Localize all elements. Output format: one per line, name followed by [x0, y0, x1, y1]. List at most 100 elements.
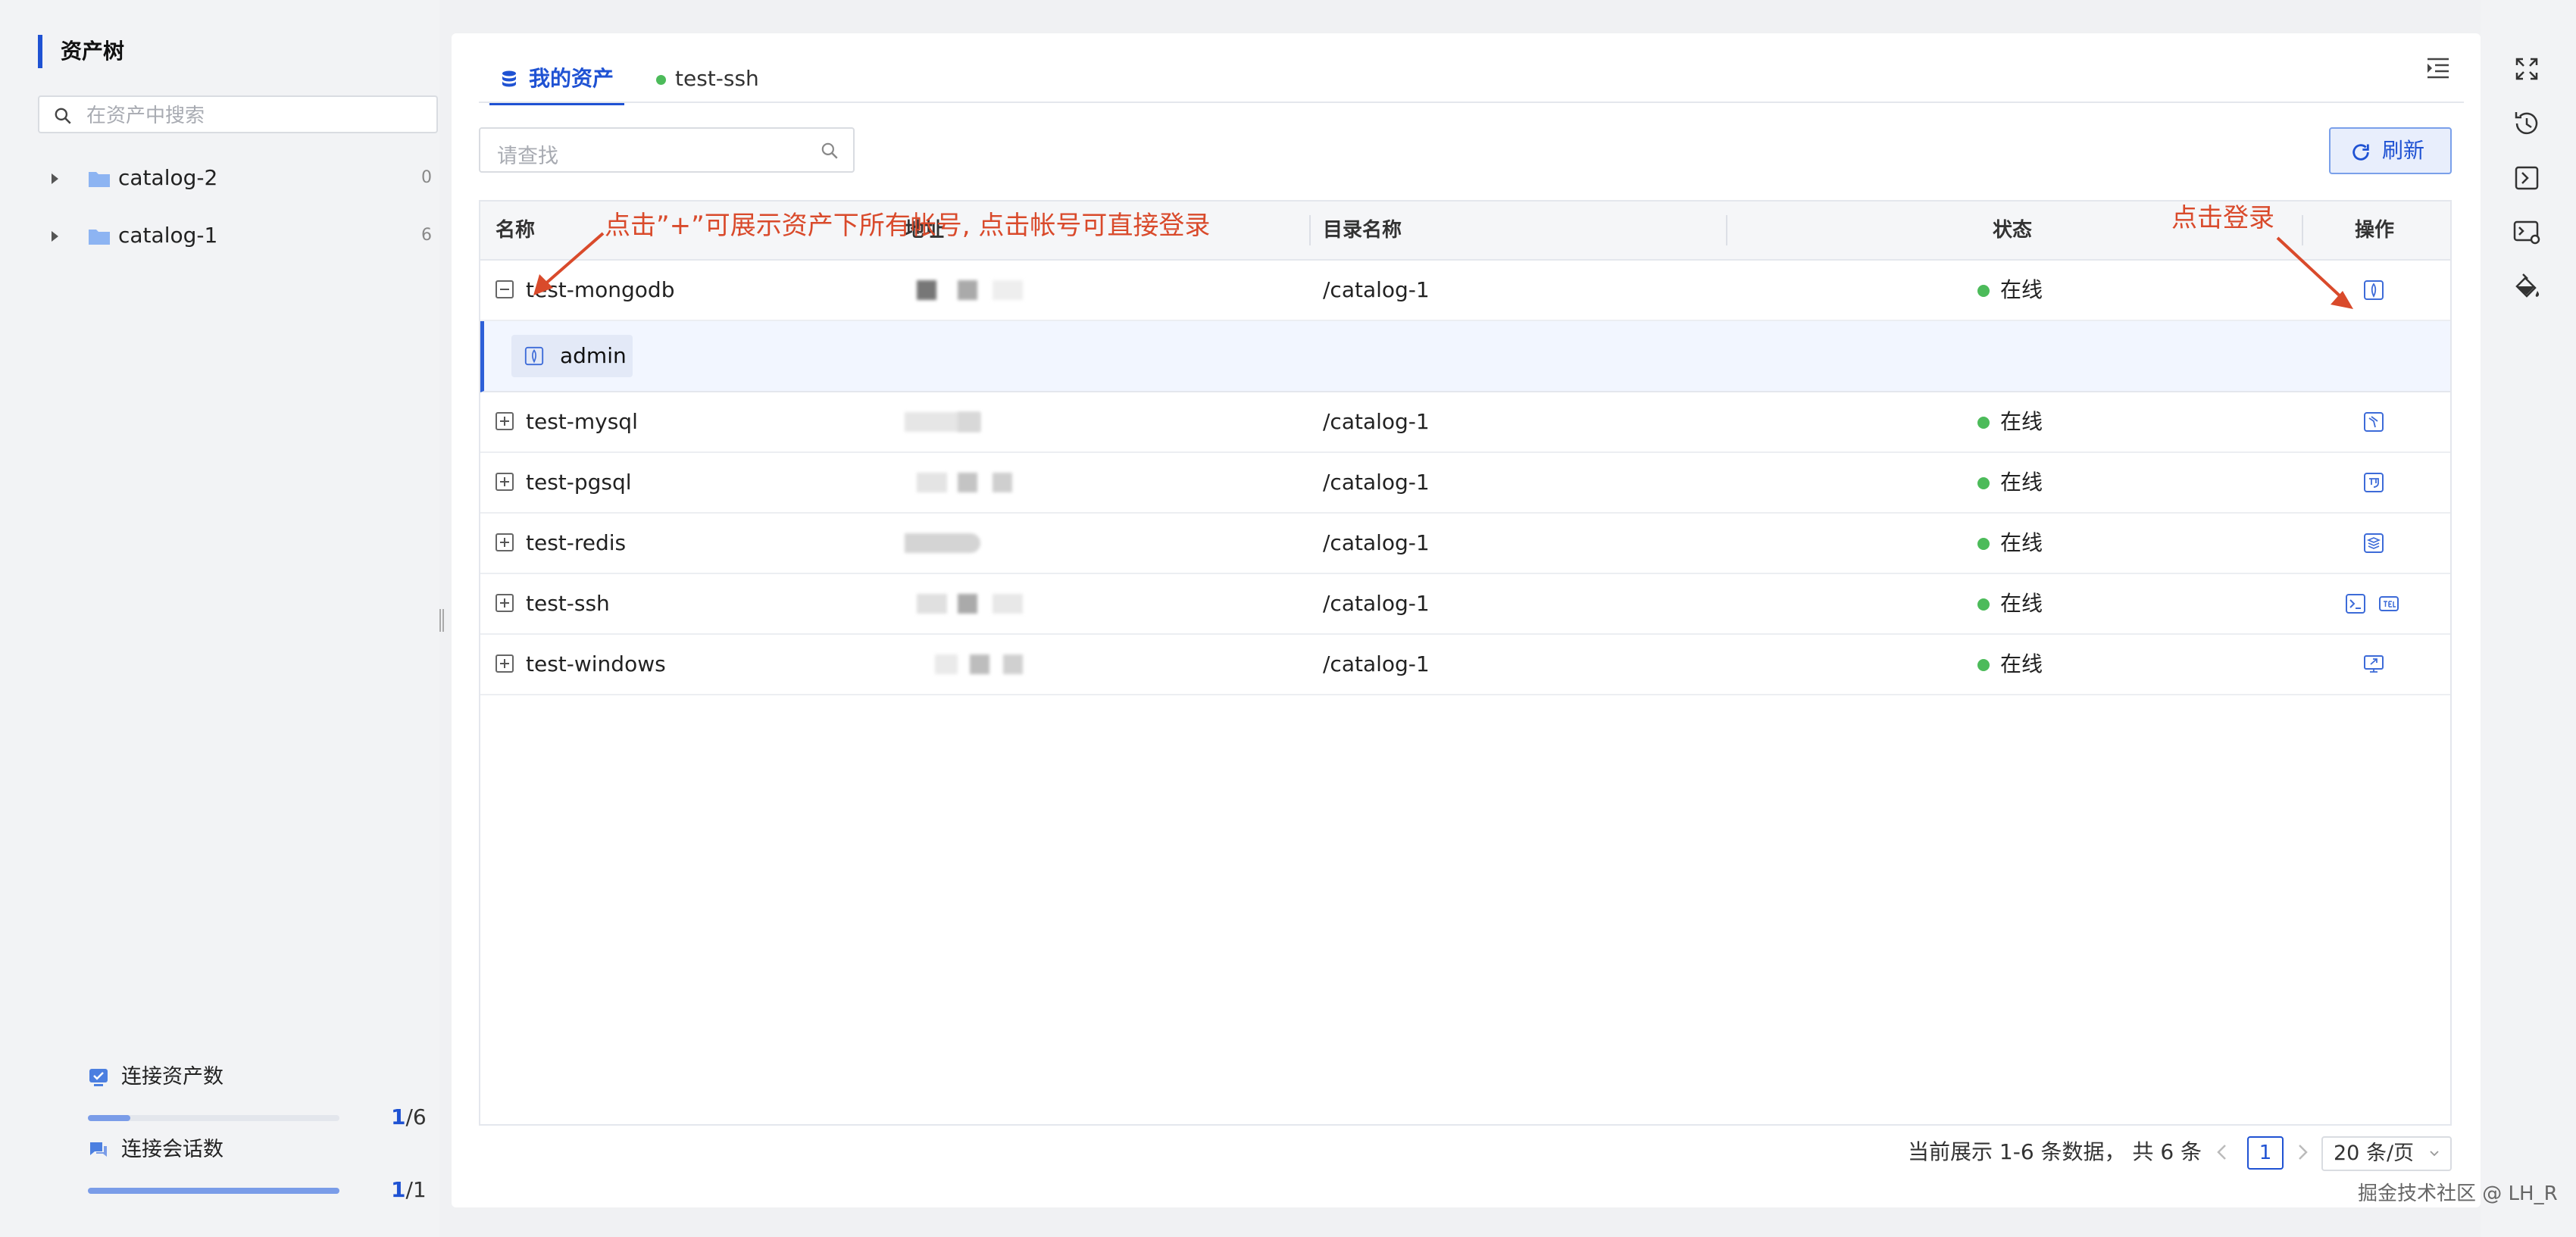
telnet-login-icon[interactable]: [2377, 592, 2400, 615]
expand-hint-annotation: 点击”+”可展示资产下所有帐号, 点击帐号可直接登录: [605, 211, 1211, 241]
address-redacted: [993, 473, 1012, 492]
expand-toggle[interactable]: [496, 654, 514, 673]
asset-dir: /catalog-1: [1323, 409, 1430, 434]
table-row[interactable]: test-mongodb /catalog-1 在线: [480, 261, 2450, 321]
chevron-left-icon[interactable]: [2211, 1141, 2234, 1164]
expand-toggle[interactable]: [496, 412, 514, 430]
chevron-down-icon: [2430, 1151, 2439, 1157]
connected-assets-icon: [89, 1069, 108, 1086]
caret-right-icon[interactable]: [52, 173, 58, 184]
connected-sessions-icon: [90, 1142, 107, 1157]
asset-status: 在线: [1977, 453, 2043, 512]
connected-sessions-value: 1/1: [391, 1177, 427, 1202]
asset-tree-panel: 资产树 在资产中搜索 catalog-2 0 catalog-1 6 连接资产数…: [0, 0, 439, 1237]
quick-command-icon[interactable]: [2508, 159, 2546, 197]
address-redacted: [958, 280, 977, 300]
theme-paint-icon[interactable]: [2508, 268, 2546, 306]
tab-divider: [479, 102, 2464, 103]
search-icon: [55, 108, 71, 124]
connected-assets-progress-fill: [88, 1115, 130, 1121]
tab-label: test-ssh: [675, 66, 759, 91]
online-dot: [1977, 538, 1990, 550]
mysql-login-icon[interactable]: [2362, 411, 2385, 433]
address-redacted: [993, 280, 1023, 300]
main-panel: 我的资产 test-ssh 请查找 刷新 名称 地址 目录名称 状态 操作 te…: [452, 33, 2481, 1207]
asset-status: 在线: [1977, 514, 2043, 573]
connected-assets-value: 1/6: [391, 1104, 427, 1129]
redis-login-icon[interactable]: [2362, 532, 2385, 554]
menu-collapse-icon[interactable]: [2424, 55, 2452, 82]
address-redacted: [917, 280, 936, 300]
address-redacted: [993, 594, 1023, 614]
terminal-settings-icon[interactable]: [2508, 214, 2546, 251]
tree-item-count: 0: [421, 168, 432, 187]
header-divider: [1309, 215, 1311, 245]
pgsql-login-icon[interactable]: [2362, 471, 2385, 494]
asset-dir: /catalog-1: [1323, 277, 1430, 302]
page-1-button[interactable]: 1: [2247, 1136, 2284, 1170]
panel-resize-handle[interactable]: [439, 609, 444, 632]
page-size-value: 20 条/页: [2334, 1142, 2415, 1165]
refresh-button[interactable]: 刷新: [2329, 127, 2452, 174]
connected-assets-progress: [88, 1115, 339, 1121]
remote-desktop-login-icon[interactable]: [2362, 653, 2385, 676]
tree-item-label: catalog-1: [118, 223, 218, 248]
terminal-login-icon[interactable]: [2344, 592, 2367, 615]
account-label: admin: [560, 343, 627, 368]
asset-search-input[interactable]: 在资产中搜索: [38, 95, 438, 133]
expand-toggle[interactable]: [496, 594, 514, 612]
search-icon: [821, 142, 838, 159]
asset-name: test-mysql: [526, 409, 638, 434]
asset-table: 名称 地址 目录名称 状态 操作 test-mongodb /catalog-1…: [479, 200, 2452, 1126]
expand-toggle[interactable]: [496, 473, 514, 491]
address-redacted: [958, 594, 977, 614]
asset-name: test-redis: [526, 530, 627, 555]
mongodb-login-icon[interactable]: [2362, 279, 2385, 301]
asset-dir: /catalog-1: [1323, 470, 1430, 495]
refresh-icon: [2352, 144, 2369, 161]
caret-right-icon[interactable]: [52, 231, 58, 242]
asset-name: test-pgsql: [526, 470, 632, 495]
header-dir: 目录名称: [1323, 219, 1402, 242]
header-divider: [1726, 215, 1727, 245]
table-row[interactable]: test-windows /catalog-1 在线: [480, 635, 2450, 695]
asset-status: 在线: [1977, 635, 2043, 694]
online-dot: [1977, 417, 1990, 429]
asset-status: 在线: [1977, 574, 2043, 633]
mongodb-icon: [524, 346, 544, 366]
fullscreen-icon[interactable]: [2508, 50, 2546, 88]
online-dot: [1977, 598, 1990, 611]
asset-query-input[interactable]: 请查找: [479, 127, 855, 173]
table-row[interactable]: test-mysql /catalog-1 在线: [480, 392, 2450, 453]
connected-assets-label: 连接资产数: [121, 1065, 224, 1089]
history-icon[interactable]: [2508, 105, 2546, 142]
asset-search-placeholder: 在资产中搜索: [86, 105, 205, 127]
connected-sessions-label: 连接会话数: [121, 1138, 224, 1161]
table-row[interactable]: test-pgsql /catalog-1 在线: [480, 453, 2450, 514]
address-redacted: [917, 594, 947, 614]
database-icon: [502, 70, 516, 87]
chevron-right-icon[interactable]: [2291, 1141, 2314, 1164]
asset-dir: /catalog-1: [1323, 651, 1430, 676]
refresh-label: 刷新: [2382, 138, 2425, 163]
online-dot: [1977, 659, 1990, 671]
asset-status: 在线: [1977, 392, 2043, 451]
address-redacted: [917, 473, 947, 492]
expand-toggle[interactable]: [496, 533, 514, 551]
account-admin-button[interactable]: admin: [511, 335, 633, 377]
tree-item-count: 6: [421, 226, 432, 245]
connected-sessions-progress: [88, 1188, 339, 1194]
table-row[interactable]: test-ssh /catalog-1 在线: [480, 574, 2450, 635]
tree-item-catalog-1[interactable]: catalog-1 6: [45, 217, 432, 255]
online-dot: [1977, 477, 1990, 489]
address-redacted: [970, 654, 989, 674]
tab-test-ssh[interactable]: test-ssh: [656, 56, 759, 102]
tree-item-catalog-2[interactable]: catalog-2 0: [45, 159, 432, 197]
online-dot: [1977, 285, 1990, 297]
query-placeholder: 请查找: [497, 145, 558, 168]
page-size-select[interactable]: 20 条/页: [2321, 1136, 2452, 1171]
right-toolbar: [2481, 0, 2576, 1237]
collapse-toggle[interactable]: [496, 280, 514, 298]
tab-my-assets[interactable]: 我的资产: [489, 56, 625, 105]
table-row[interactable]: test-redis /catalog-1 在线: [480, 514, 2450, 574]
